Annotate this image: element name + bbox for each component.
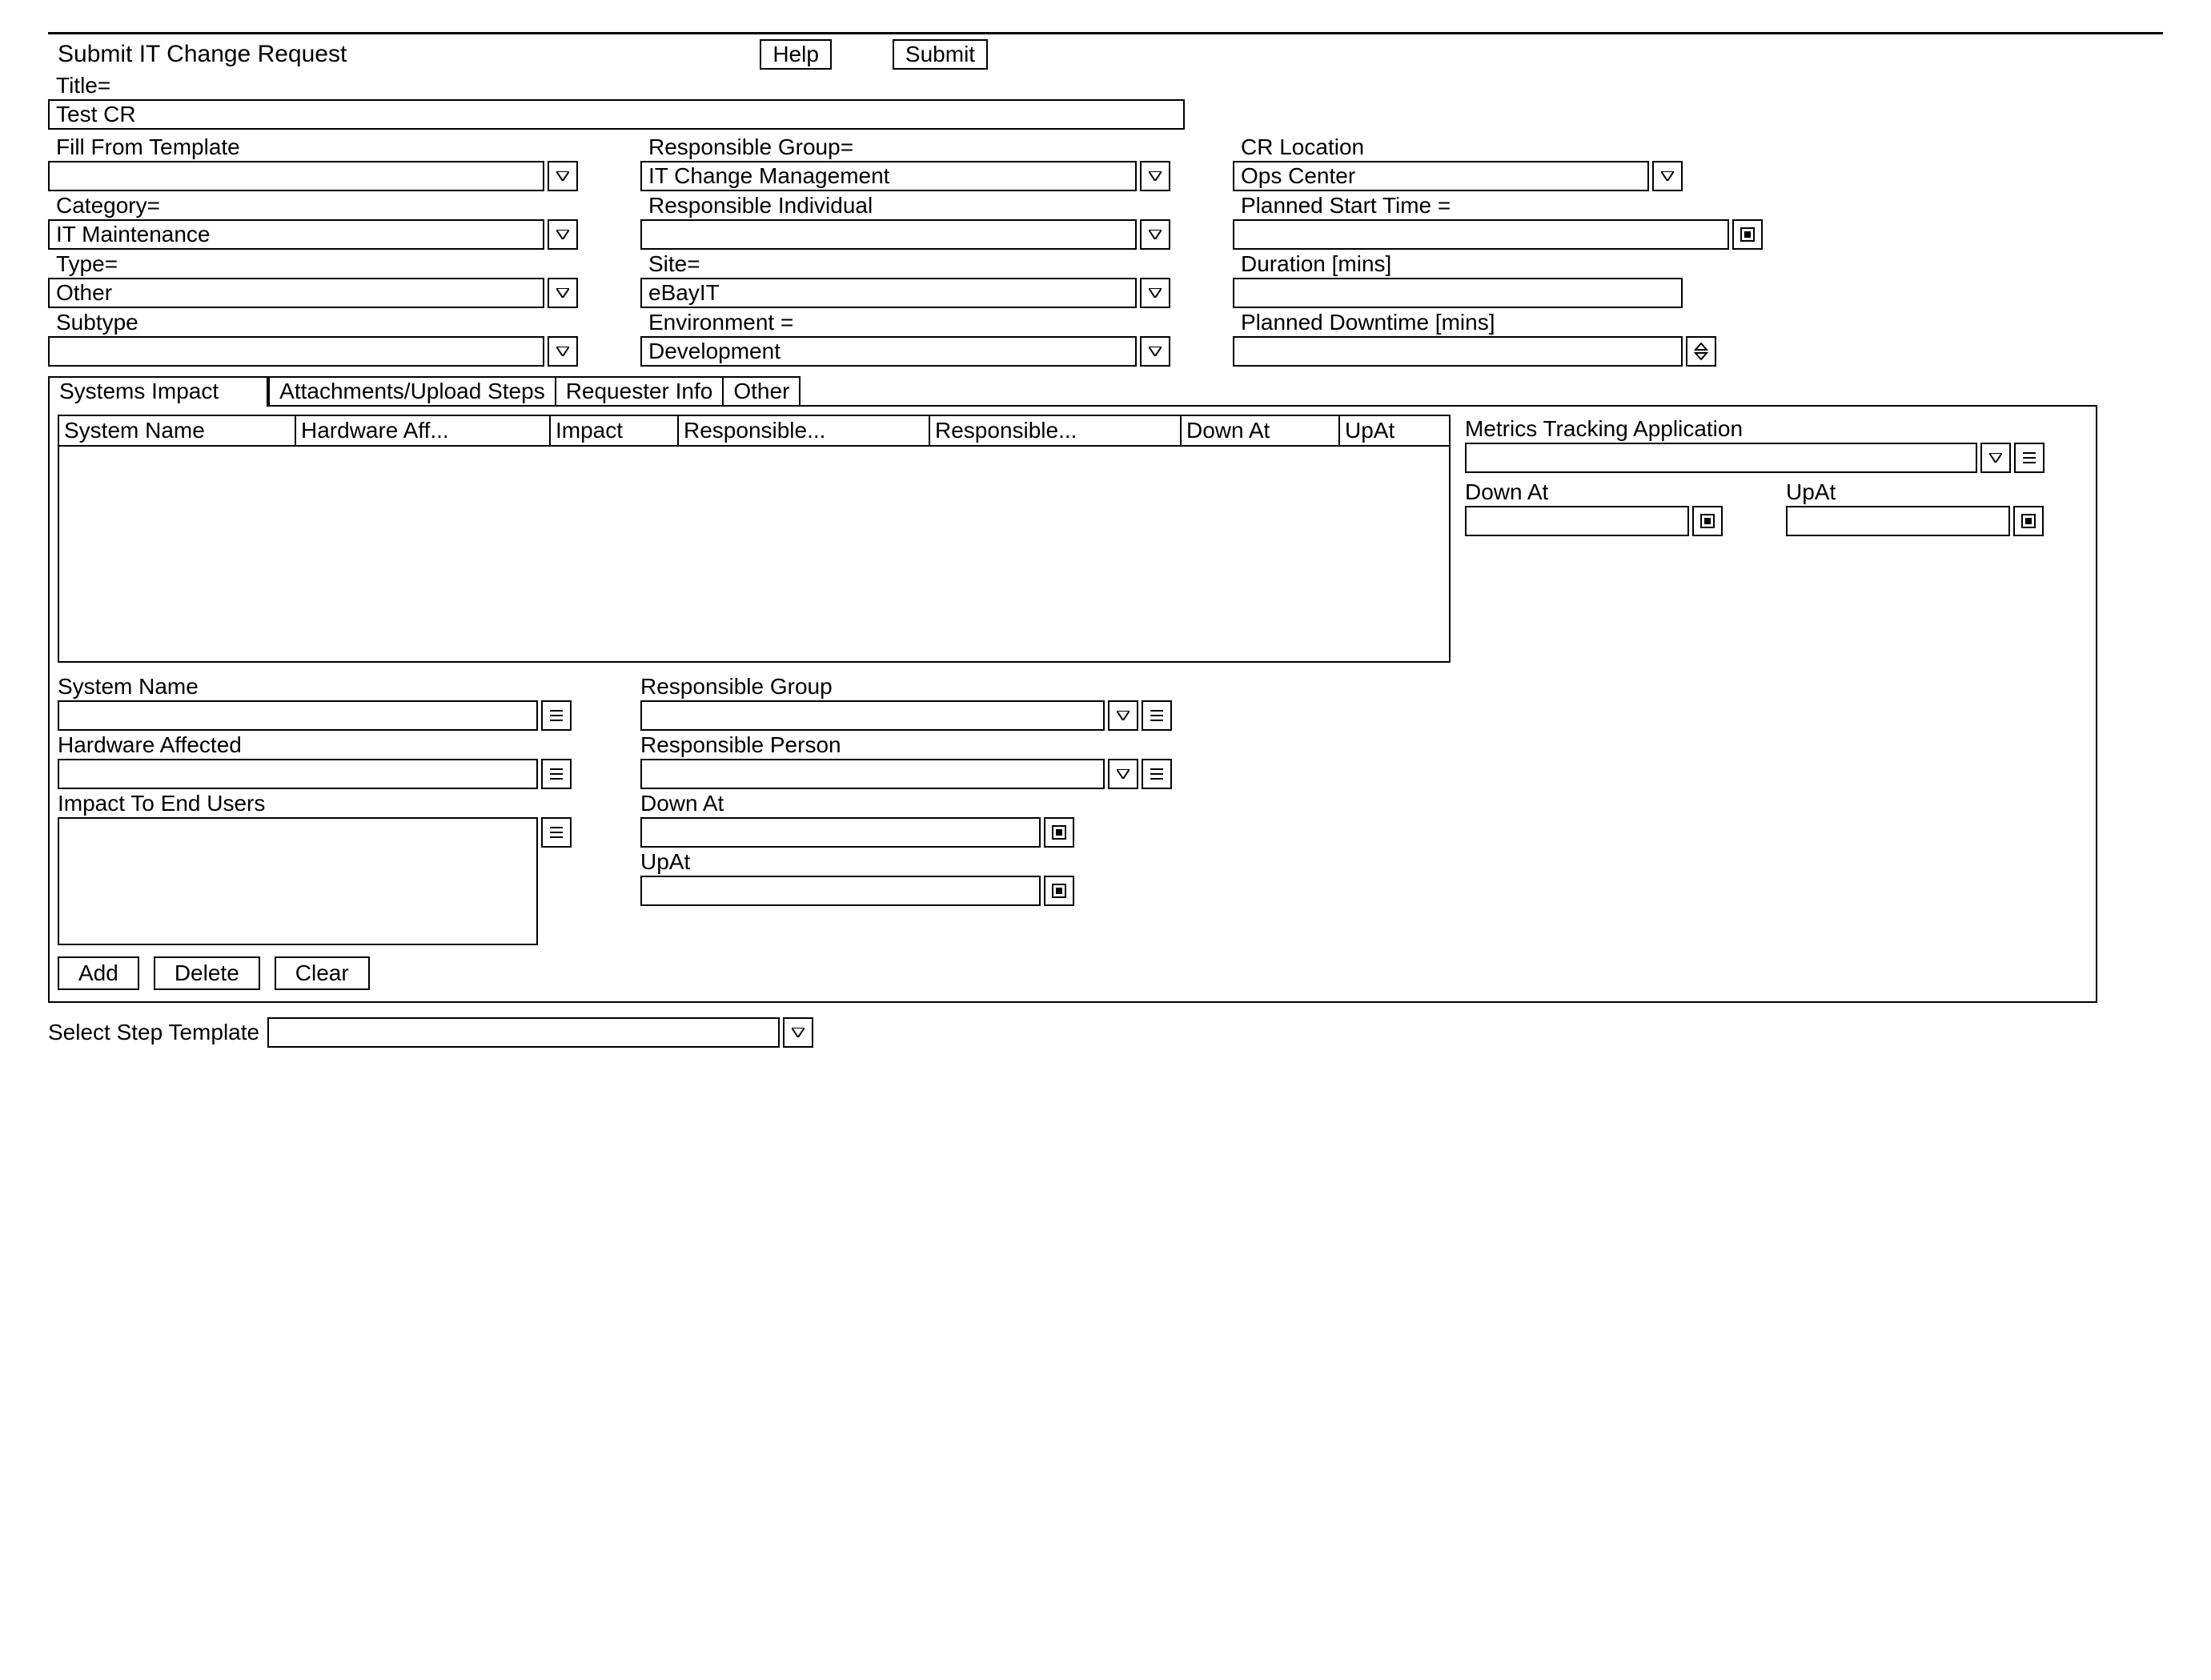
- metrics-tracking-input[interactable]: [1465, 443, 1977, 473]
- page-title: Submit IT Change Request: [48, 41, 347, 68]
- detail-responsible-group-label: Responsible Group: [640, 674, 1217, 700]
- responsible-group-input[interactable]: [640, 161, 1137, 191]
- responsible-group-label: Responsible Group=: [640, 134, 1201, 160]
- systems-impact-table[interactable]: System Name Hardware Aff... Impact Respo…: [58, 415, 1451, 663]
- responsible-individual-dropdown-icon[interactable]: [1140, 219, 1170, 250]
- responsible-individual-label: Responsible Individual: [640, 193, 1201, 219]
- system-name-label: System Name: [58, 674, 618, 700]
- planned-start-time-input[interactable]: [1233, 219, 1729, 250]
- metrics-down-at-input[interactable]: [1465, 506, 1689, 536]
- detail-responsible-person-label: Responsible Person: [640, 732, 1217, 758]
- th-system-name[interactable]: System Name: [59, 416, 296, 447]
- hardware-affected-list-icon[interactable]: [541, 759, 572, 789]
- cr-location-label: CR Location: [1233, 134, 1793, 160]
- th-down-at[interactable]: Down At: [1182, 416, 1340, 447]
- tab-attachments-upload-steps[interactable]: Attachments/Upload Steps: [268, 376, 556, 407]
- detail-responsible-group-dropdown-icon[interactable]: [1108, 700, 1138, 731]
- duration-label: Duration [mins]: [1233, 251, 1793, 277]
- detail-responsible-group-list-icon[interactable]: [1142, 700, 1172, 731]
- environment-dropdown-icon[interactable]: [1140, 336, 1170, 367]
- system-name-list-icon[interactable]: [541, 700, 572, 731]
- type-label: Type=: [48, 251, 608, 277]
- select-step-template-dropdown-icon[interactable]: [783, 1017, 813, 1048]
- th-up-at[interactable]: UpAt: [1340, 416, 1449, 447]
- responsible-group-dropdown-icon[interactable]: [1140, 161, 1170, 191]
- cr-location-dropdown-icon[interactable]: [1652, 161, 1683, 191]
- planned-start-time-label: Planned Start Time =: [1233, 193, 1793, 219]
- subtype-label: Subtype: [48, 310, 608, 335]
- duration-input[interactable]: [1233, 278, 1683, 308]
- planned-downtime-label: Planned Downtime [mins]: [1233, 310, 1793, 335]
- metrics-down-at-calendar-icon[interactable]: [1692, 506, 1723, 536]
- detail-responsible-person-dropdown-icon[interactable]: [1108, 759, 1138, 789]
- responsible-individual-input[interactable]: [640, 219, 1137, 250]
- detail-down-at-calendar-icon[interactable]: [1044, 817, 1074, 848]
- help-button[interactable]: Help: [760, 39, 832, 70]
- th-responsible-group[interactable]: Responsible...: [679, 416, 930, 447]
- fill-from-template-dropdown-icon[interactable]: [548, 161, 578, 191]
- submit-button[interactable]: Submit: [893, 39, 988, 70]
- metrics-up-at-input[interactable]: [1786, 506, 2010, 536]
- impact-textarea[interactable]: [58, 817, 538, 945]
- site-dropdown-icon[interactable]: [1140, 278, 1170, 308]
- tab-other[interactable]: Other: [722, 376, 801, 407]
- detail-down-at-input[interactable]: [640, 817, 1041, 848]
- select-step-template-input[interactable]: [267, 1017, 780, 1048]
- metrics-down-at-label: Down At: [1465, 479, 1767, 505]
- systems-impact-panel: System Name Hardware Aff... Impact Respo…: [48, 405, 2097, 1003]
- metrics-tracking-dropdown-icon[interactable]: [1980, 443, 2011, 473]
- th-hardware-affected[interactable]: Hardware Aff...: [296, 416, 551, 447]
- type-input[interactable]: [48, 278, 544, 308]
- system-name-input[interactable]: [58, 700, 538, 731]
- th-responsible-person[interactable]: Responsible...: [930, 416, 1182, 447]
- detail-down-at-label: Down At: [640, 791, 1217, 816]
- environment-label: Environment =: [640, 310, 1201, 335]
- tab-requester-info[interactable]: Requester Info: [555, 376, 724, 407]
- th-impact[interactable]: Impact: [551, 416, 679, 447]
- detail-responsible-group-input[interactable]: [640, 700, 1105, 731]
- delete-button[interactable]: Delete: [154, 956, 260, 990]
- fill-from-template-label: Fill From Template: [48, 134, 608, 160]
- planned-downtime-spinner-icon[interactable]: [1686, 336, 1716, 367]
- planned-downtime-input[interactable]: [1233, 336, 1683, 367]
- hardware-affected-input[interactable]: [58, 759, 538, 789]
- impact-list-icon[interactable]: [541, 817, 572, 848]
- subtype-input[interactable]: [48, 336, 544, 367]
- subtype-dropdown-icon[interactable]: [548, 336, 578, 367]
- category-dropdown-icon[interactable]: [548, 219, 578, 250]
- clear-button[interactable]: Clear: [275, 956, 370, 990]
- detail-up-at-input[interactable]: [640, 876, 1041, 906]
- site-input[interactable]: [640, 278, 1137, 308]
- hardware-affected-label: Hardware Affected: [58, 732, 618, 758]
- metrics-tracking-label: Metrics Tracking Application: [1465, 416, 2088, 442]
- type-dropdown-icon[interactable]: [548, 278, 578, 308]
- metrics-up-at-calendar-icon[interactable]: [2013, 506, 2044, 536]
- add-button[interactable]: Add: [58, 956, 139, 990]
- cr-location-input[interactable]: [1233, 161, 1649, 191]
- category-input[interactable]: [48, 219, 544, 250]
- title-label: Title=: [48, 73, 2163, 98]
- fill-from-template-input[interactable]: [48, 161, 544, 191]
- detail-responsible-person-list-icon[interactable]: [1142, 759, 1172, 789]
- detail-up-at-label: UpAt: [640, 849, 1217, 875]
- detail-up-at-calendar-icon[interactable]: [1044, 876, 1074, 906]
- impact-label: Impact To End Users: [58, 791, 618, 816]
- category-label: Category=: [48, 193, 608, 219]
- environment-input[interactable]: [640, 336, 1137, 367]
- site-label: Site=: [640, 251, 1201, 277]
- metrics-up-at-label: UpAt: [1786, 479, 2088, 505]
- detail-responsible-person-input[interactable]: [640, 759, 1105, 789]
- title-input[interactable]: [48, 99, 1185, 130]
- metrics-tracking-list-icon[interactable]: [2014, 443, 2044, 473]
- planned-start-time-calendar-icon[interactable]: [1732, 219, 1763, 250]
- select-step-template-label: Select Step Template: [48, 1020, 259, 1045]
- tab-systems-impact[interactable]: Systems Impact: [48, 376, 268, 407]
